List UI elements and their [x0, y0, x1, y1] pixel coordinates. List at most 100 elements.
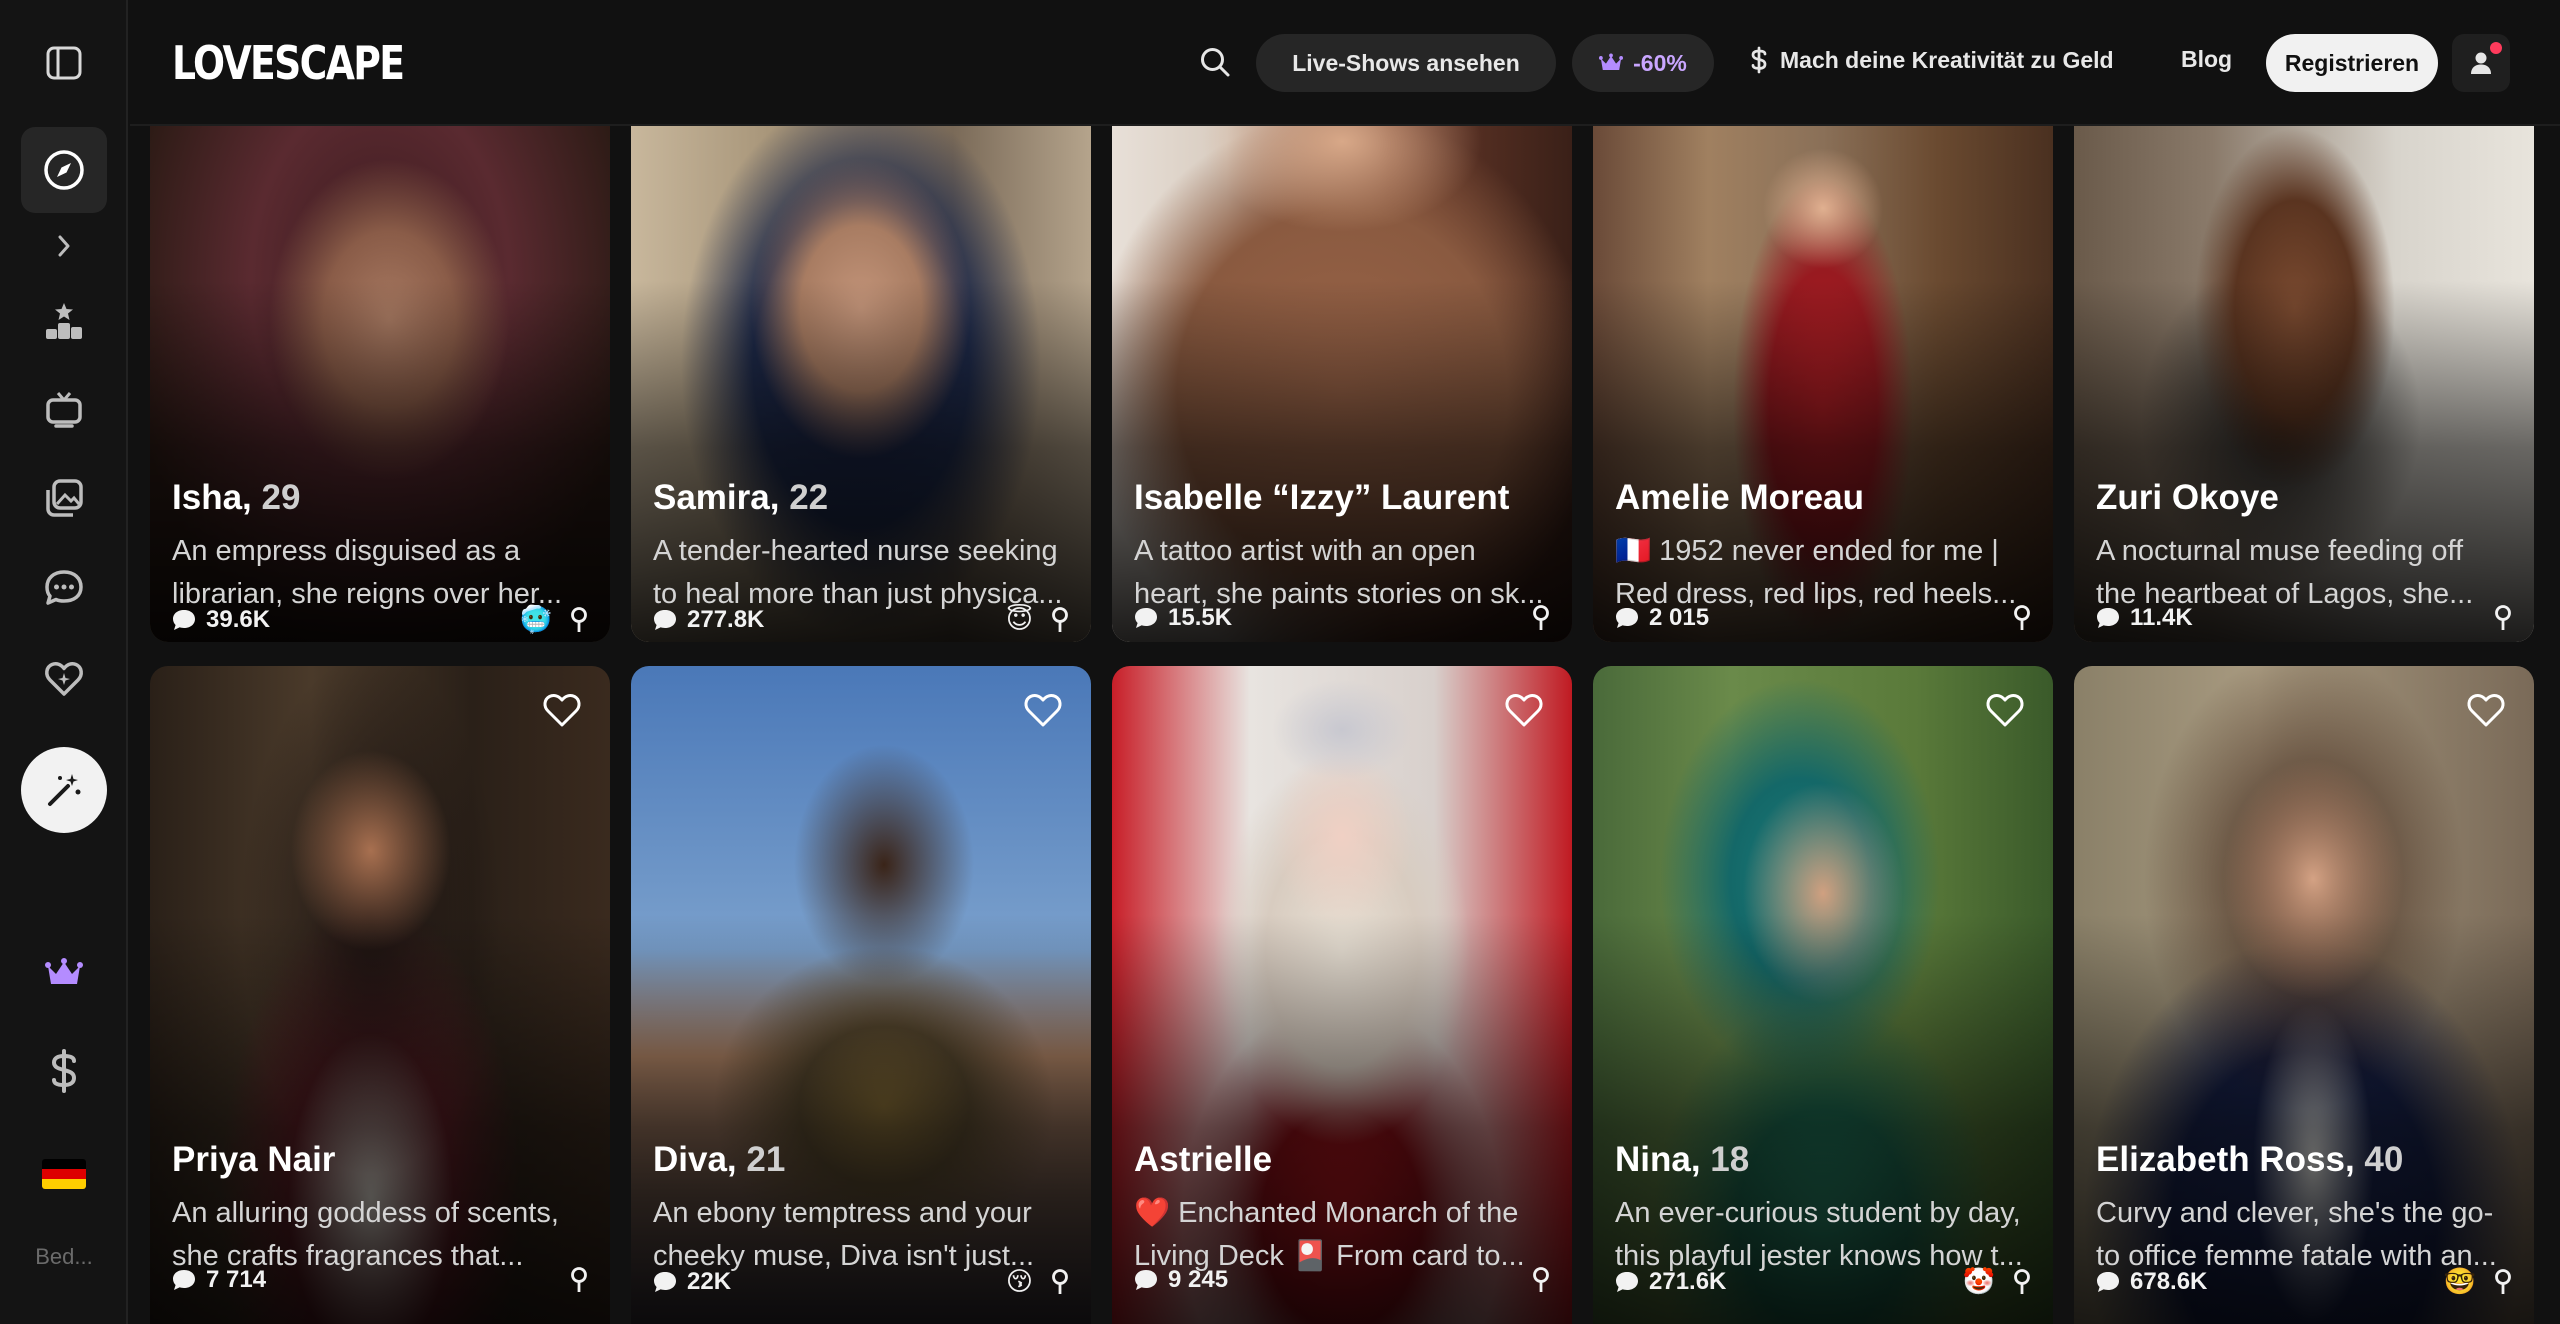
description-line: An ebony temptress and your: [653, 1197, 1032, 1229]
card-stats: 9 245: [1134, 1266, 1550, 1294]
blog-link[interactable]: Blog: [2181, 46, 2232, 73]
sidebar-item-gallery[interactable]: [21, 455, 107, 541]
message-count: 678.6K: [2130, 1267, 2208, 1295]
character-name: Priya Nair: [172, 1140, 335, 1180]
message-count: 7 714: [206, 1266, 267, 1293]
search-button[interactable]: [1195, 42, 1235, 82]
female-icon: [1052, 606, 1068, 632]
live-shows-label: Live-Shows ansehen: [1292, 49, 1520, 76]
character-card[interactable]: Nina, 18 An ever-curious student by day,…: [1593, 666, 2053, 1324]
female-icon: [571, 606, 587, 632]
female-icon: [1533, 605, 1549, 630]
sidebar-item-favorites[interactable]: [21, 635, 107, 721]
chat-bubble-icon: [1135, 608, 1157, 628]
card-stats: 15.5K: [1134, 604, 1550, 632]
mood-emoji: 😇: [1005, 604, 1033, 634]
sidebar-item-live[interactable]: [21, 367, 107, 453]
sidebar-footer-link[interactable]: Bed...: [0, 1244, 128, 1270]
sidebar-expand-button[interactable]: [21, 203, 107, 289]
discount-label: -60%: [1633, 49, 1687, 76]
female-icon: [2495, 1268, 2511, 1294]
age-text: 40: [2354, 1140, 2404, 1179]
character-grid: Isha, 29 An empress disguised as a librar…: [130, 126, 2560, 1324]
top-header: LOVESCAPE Live-Shows ansehen -60% Mach d…: [130, 0, 2560, 126]
favorite-heart-icon[interactable]: [1985, 692, 2025, 728]
character-card[interactable]: Elizabeth Ross, 40 Curvy and clever, she…: [2074, 666, 2534, 1324]
message-count: 2 015: [1649, 604, 1710, 631]
character-name: Diva, 21: [653, 1140, 785, 1180]
tv-icon: [46, 392, 82, 428]
sidebar-item-chat[interactable]: [21, 545, 107, 631]
register-label: Registrieren: [2284, 49, 2420, 76]
heart-sparkle-icon: [45, 661, 83, 696]
sidebar-toggle-button[interactable]: [21, 20, 107, 106]
chevron-right-icon: [58, 235, 70, 257]
favorite-heart-icon[interactable]: [1504, 692, 1544, 728]
character-card[interactable]: Amelie Moreau 🇫🇷 1952 never ended for me…: [1593, 126, 2053, 642]
name-text: Diva,: [653, 1140, 737, 1179]
age-text: 29: [251, 478, 301, 517]
mood-emoji: 🤓: [2443, 1266, 2476, 1296]
user-icon: [2471, 52, 2491, 74]
chat-bubble-icon: [2097, 608, 2119, 628]
message-count: 271.6K: [1649, 1267, 1727, 1295]
monetize-link[interactable]: Mach deine Kreativität zu Geld: [1750, 46, 2114, 74]
register-button[interactable]: Registrieren: [2266, 34, 2438, 92]
card-stats: 22K 😚: [653, 1266, 1069, 1297]
user-menu-button[interactable]: [2452, 34, 2510, 92]
sidebar-item-ranking[interactable]: [21, 278, 107, 364]
description-line: A tattoo artist with an open: [1134, 535, 1476, 567]
character-card[interactable]: Priya Nair An alluring goddess of scents…: [150, 666, 610, 1324]
chat-bubble-icon: [1616, 608, 1638, 628]
sidebar-toggle-icon: [46, 46, 82, 80]
gallery-icon: [46, 479, 83, 517]
character-card[interactable]: Astrielle ❤️ Enchanted Monarch of the Liv…: [1112, 666, 1572, 1324]
premium-discount-button[interactable]: -60%: [1572, 34, 1714, 92]
sidebar-item-explore[interactable]: [21, 127, 107, 213]
live-shows-button[interactable]: Live-Shows ansehen: [1256, 34, 1556, 92]
message-count: 22K: [687, 1267, 732, 1295]
dollar-icon: [51, 1049, 77, 1093]
german-flag-icon: [42, 1159, 86, 1189]
character-card[interactable]: Diva, 21 An ebony temptress and your chee…: [631, 666, 1091, 1324]
message-count: 11.4K: [2130, 604, 2193, 631]
character-name: Samira, 22: [653, 478, 828, 518]
dollar-icon: [1751, 46, 1767, 74]
sidebar-item-create[interactable]: [21, 747, 107, 833]
sidebar-item-premium[interactable]: [21, 930, 107, 1016]
card-stats: 7 714: [172, 1266, 588, 1294]
notification-dot: [2490, 42, 2502, 54]
podium-icon: [46, 303, 82, 339]
name-text: Nina,: [1615, 1140, 1701, 1179]
name-text: Amelie Moreau: [1615, 478, 1864, 517]
character-card[interactable]: Samira, 22 A tender-hearted nurse seekin…: [631, 126, 1091, 642]
name-text: Isha,: [172, 478, 252, 517]
name-text: Isabelle “Izzy” Laurent: [1134, 478, 1510, 517]
character-card[interactable]: Isha, 29 An empress disguised as a librar…: [150, 126, 610, 642]
crown-icon: [45, 958, 83, 984]
monetize-label: Mach deine Kreativität zu Geld: [1780, 46, 2114, 73]
description-line: ❤️ Enchanted Monarch of the: [1134, 1197, 1519, 1229]
sidebar: Bed...: [0, 0, 128, 1324]
female-icon: [2014, 605, 2030, 630]
mood-emoji: 🤡: [1962, 1266, 1995, 1296]
description-line: A tender-hearted nurse seeking: [653, 535, 1058, 567]
chat-bubble-icon: [1135, 1270, 1157, 1290]
description-line: An alluring goddess of scents,: [172, 1197, 559, 1229]
message-count: 15.5K: [1168, 604, 1233, 631]
character-card[interactable]: Zuri Okoye A nocturnal muse feeding off t…: [2074, 126, 2534, 642]
logo[interactable]: LOVESCAPE: [172, 36, 405, 90]
card-stats: 678.6K 🤓: [2096, 1266, 2512, 1297]
favorite-heart-icon[interactable]: [1023, 692, 1063, 728]
chat-bubble-icon: [654, 1271, 676, 1292]
female-icon: [571, 1267, 587, 1292]
chat-bubble-icon: [2097, 1271, 2119, 1292]
character-card[interactable]: Isabelle “Izzy” Laurent A tattoo artist …: [1112, 126, 1572, 642]
favorite-heart-icon[interactable]: [542, 692, 582, 728]
chat-bubble-icon: [654, 609, 676, 630]
sidebar-item-earn[interactable]: [21, 1028, 107, 1114]
language-selector[interactable]: [21, 1131, 107, 1217]
description-line: An empress disguised as a: [172, 535, 521, 567]
name-text: Astrielle: [1134, 1140, 1273, 1179]
favorite-heart-icon[interactable]: [2466, 692, 2506, 728]
